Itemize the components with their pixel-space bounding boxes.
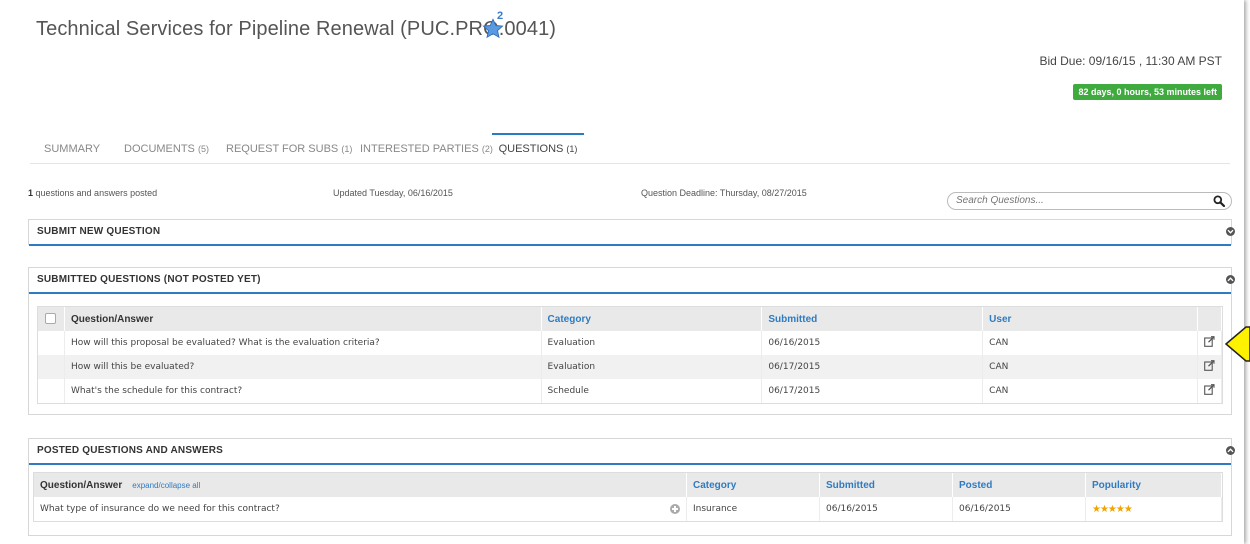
table-row[interactable]: What type of insurance do we need for th… <box>34 497 1222 521</box>
edit-icon[interactable] <box>1204 336 1215 347</box>
search-input[interactable] <box>956 194 1196 207</box>
row-checkbox-cell <box>38 379 65 403</box>
category-text: Evaluation <box>541 331 763 355</box>
rating-stars: ★★★★★ <box>1092 503 1133 515</box>
chevron-down-icon[interactable] <box>1226 227 1235 236</box>
page-title: Technical Services for Pipeline Renewal … <box>36 18 557 40</box>
table-row: How will this be evaluated? Evaluation 0… <box>38 355 1222 379</box>
row-checkbox-cell <box>38 355 65 379</box>
posted-questions-table: Question/Answer expand/collapse all Categ… <box>33 472 1223 522</box>
tab-interested-parties[interactable]: INTERESTED PARTIES (2) <box>360 133 493 163</box>
user-text: CAN <box>982 379 1198 403</box>
submit-question-panel: SUBMIT NEW QUESTION <box>28 219 1235 246</box>
edit-icon[interactable] <box>1204 384 1215 395</box>
tab-bar: SUMMARY DOCUMENTS (5) REQUEST FOR SUBS (… <box>30 133 1230 164</box>
col-question[interactable]: Question/Answer expand/collapse all <box>34 473 687 497</box>
select-all-checkbox[interactable] <box>45 313 57 325</box>
question-text: What type of insurance do we need for th… <box>40 504 280 514</box>
popularity-stars: ★★★★★ <box>1085 497 1222 521</box>
search-icon[interactable] <box>1213 194 1226 212</box>
user-text: CAN <box>982 331 1198 355</box>
page-frame: Technical Services for Pipeline Renewal … <box>0 0 1244 544</box>
category-text: Evaluation <box>541 355 763 379</box>
col-user[interactable]: User <box>982 307 1198 331</box>
row-checkbox-cell <box>38 331 65 355</box>
col-popularity[interactable]: Popularity <box>1085 473 1222 497</box>
panel-title: SUBMIT NEW QUESTION <box>37 226 161 237</box>
category-text: Insurance <box>686 497 820 521</box>
tab-documents[interactable]: DOCUMENTS (5) <box>124 133 209 163</box>
chevron-up-icon[interactable] <box>1226 446 1235 455</box>
edit-cell <box>1197 379 1222 403</box>
question-text: What's the schedule for this contract? <box>64 379 542 403</box>
submitted-date: 06/16/2015 <box>761 331 984 355</box>
submitted-questions-header[interactable]: SUBMITTED QUESTIONS (NOT POSTED YET) <box>29 268 1235 294</box>
col-posted[interactable]: Posted <box>952 473 1086 497</box>
posted-questions-header[interactable]: POSTED QUESTIONS AND ANSWERS <box>29 439 1235 465</box>
table-row: How will this proposal be evaluated? Wha… <box>38 331 1222 355</box>
pointer-arrow <box>1224 326 1250 362</box>
posted-date: 06/16/2015 <box>952 497 1086 521</box>
search-box <box>947 192 1232 210</box>
submit-question-header[interactable]: SUBMIT NEW QUESTION <box>29 220 1235 246</box>
tab-questions[interactable]: QUESTIONS (1) <box>492 133 584 165</box>
updated-date: Updated Tuesday, 06/16/2015 <box>333 188 453 198</box>
tab-request-for-subs[interactable]: REQUEST FOR SUBS (1) <box>226 133 352 163</box>
col-category[interactable]: Category <box>686 473 820 497</box>
posted-count-text: 1 questions and answers posted <box>28 188 158 198</box>
select-all-header <box>38 307 65 331</box>
col-submitted[interactable]: Submitted <box>819 473 953 497</box>
submitted-questions-panel: SUBMITTED QUESTIONS (NOT POSTED YET) Que… <box>28 267 1235 415</box>
category-text: Schedule <box>541 379 763 403</box>
tab-summary[interactable]: SUMMARY <box>44 133 100 163</box>
bid-due: Bid Due: 09/16/15 , 11:30 AM PST <box>1039 54 1222 68</box>
user-text: CAN <box>982 355 1198 379</box>
chevron-up-icon[interactable] <box>1226 275 1235 284</box>
panel-title: POSTED QUESTIONS AND ANSWERS <box>37 445 223 456</box>
submitted-date: 06/16/2015 <box>819 497 953 521</box>
question-deadline: Question Deadline: Thursday, 08/27/2015 <box>641 188 807 198</box>
favorite-star[interactable]: 2 <box>482 10 506 42</box>
question-text: How will this proposal be evaluated? Wha… <box>64 331 542 355</box>
expand-collapse-link[interactable]: expand/collapse all <box>132 481 200 490</box>
panel-title: SUBMITTED QUESTIONS (NOT POSTED YET) <box>37 274 261 285</box>
edit-icon[interactable] <box>1204 360 1215 371</box>
edit-cell <box>1197 331 1222 355</box>
plus-icon[interactable] <box>670 504 680 514</box>
col-category[interactable]: Category <box>541 307 763 331</box>
question-cell[interactable]: What type of insurance do we need for th… <box>34 497 687 521</box>
posted-questions-panel: POSTED QUESTIONS AND ANSWERS Question/An… <box>28 438 1235 536</box>
col-question[interactable]: Question/Answer <box>64 307 542 331</box>
time-left-badge: 82 days, 0 hours, 53 minutes left <box>1073 84 1222 100</box>
submitted-date: 06/17/2015 <box>761 379 984 403</box>
favorite-count: 2 <box>497 10 504 22</box>
col-submitted[interactable]: Submitted <box>761 307 984 331</box>
submitted-date: 06/17/2015 <box>761 355 984 379</box>
submitted-questions-table: Question/Answer Category Submitted User … <box>37 306 1223 404</box>
edit-cell <box>1197 355 1222 379</box>
table-row: What's the schedule for this contract? S… <box>38 379 1222 403</box>
question-text: How will this be evaluated? <box>64 355 542 379</box>
col-actions <box>1197 307 1222 331</box>
